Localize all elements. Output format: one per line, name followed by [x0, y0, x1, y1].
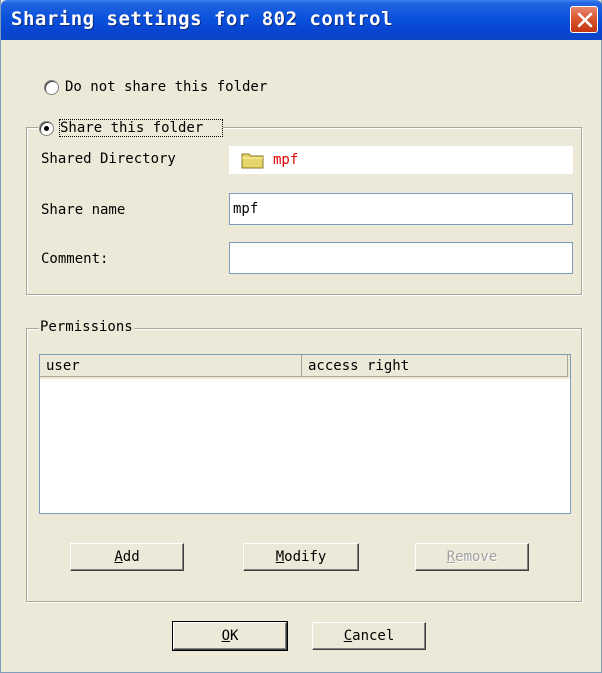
close-icon [577, 12, 593, 28]
radio-share-folder-control[interactable] [39, 120, 54, 136]
comment-label: Comment: [41, 251, 109, 267]
permissions-list-header: user access right [40, 355, 570, 379]
modify-button[interactable]: Modify [243, 543, 359, 571]
radio-share-folder[interactable]: Share this folder [38, 118, 223, 138]
title-bar[interactable]: Sharing settings for 802 control [1, 0, 602, 40]
ok-button[interactable]: OK [172, 621, 288, 651]
shared-directory-value: mpf [273, 152, 299, 168]
add-button-mnemonic: A [114, 549, 123, 565]
modify-button-mnemonic: M [275, 549, 285, 565]
cancel-button-label: ancel [352, 628, 395, 644]
shared-directory-label: Shared Directory [41, 151, 176, 167]
dialog-title: Sharing settings for 802 control [11, 8, 394, 30]
cancel-button[interactable]: Cancel [312, 622, 426, 650]
add-button-label: dd [122, 549, 140, 565]
column-header-user[interactable]: user [40, 355, 302, 377]
radio-do-not-share[interactable]: Do not share this folder [44, 79, 267, 95]
column-header-access-right[interactable]: access right [302, 355, 568, 377]
share-name-label: Share name [41, 202, 126, 218]
radio-share-folder-label: Share this folder [59, 119, 223, 137]
add-button[interactable]: Add [70, 543, 184, 571]
folder-icon [241, 153, 264, 169]
ok-button-label: K [230, 628, 239, 644]
sharing-settings-dialog: Sharing settings for 802 control Do not … [0, 0, 602, 673]
ok-button-mnemonic: O [221, 628, 230, 644]
cancel-button-mnemonic: C [343, 628, 353, 644]
close-button[interactable] [570, 6, 598, 33]
remove-button[interactable]: Remove [415, 543, 529, 571]
shared-directory-field: mpf [229, 146, 573, 174]
remove-button-label: emove [455, 549, 498, 565]
permissions-list[interactable]: user access right [39, 354, 571, 514]
radio-do-not-share-control[interactable] [44, 79, 59, 95]
permissions-group-label: Permissions [39, 319, 134, 335]
remove-button-mnemonic: R [446, 549, 456, 565]
radio-do-not-share-label: Do not share this folder [65, 79, 268, 95]
share-name-input[interactable] [229, 193, 573, 225]
comment-input[interactable] [229, 242, 573, 274]
modify-button-label: odify [284, 549, 327, 565]
